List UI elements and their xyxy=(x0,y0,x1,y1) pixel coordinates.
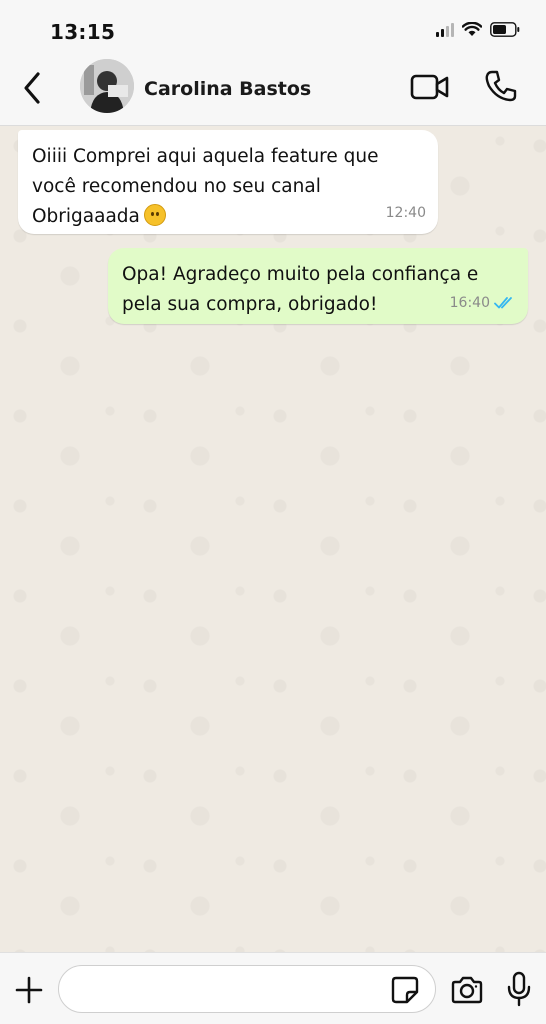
message-text: Obrigaaada xyxy=(32,206,140,227)
back-button[interactable] xyxy=(18,70,48,106)
message-text-line: Obrigaaada xyxy=(32,202,424,232)
status-time: 13:15 xyxy=(50,20,116,44)
chevron-left-icon xyxy=(24,72,40,104)
phone-icon xyxy=(485,70,517,102)
cellular-signal-icon xyxy=(436,22,454,37)
message-time: 16:40 xyxy=(449,295,490,311)
video-call-button[interactable] xyxy=(410,72,450,102)
chat-area[interactable]: Oiiii Comprei aqui aquela feature que vo… xyxy=(0,126,546,952)
sticker-icon xyxy=(391,976,419,1004)
message-text-line: Opa! Agradeço muito pela confiança e xyxy=(122,264,479,285)
attach-button[interactable] xyxy=(14,975,44,1005)
camera-icon xyxy=(451,976,483,1004)
message-text-line: Oiiii Comprei aqui aquela feature que xyxy=(32,146,379,167)
profile-photo xyxy=(80,59,134,113)
message-input[interactable] xyxy=(58,965,436,1013)
wifi-icon xyxy=(462,22,482,37)
camera-button[interactable] xyxy=(450,975,484,1005)
message-incoming[interactable]: Oiiii Comprei aqui aquela feature que vo… xyxy=(18,130,438,234)
avatar[interactable] xyxy=(80,59,134,113)
video-camera-icon xyxy=(410,74,449,100)
battery-icon xyxy=(490,22,520,37)
read-receipt-double-check-icon xyxy=(494,297,512,309)
status-bar: 13:15 xyxy=(0,0,546,58)
status-icons xyxy=(436,22,520,37)
contact-name[interactable]: Carolina Bastos xyxy=(144,78,311,100)
voice-call-button[interactable] xyxy=(484,69,518,103)
message-text-line: você recomendou no seu canal xyxy=(32,176,321,197)
message-outgoing[interactable]: Opa! Agradeço muito pela confiança e pel… xyxy=(108,248,528,324)
chat-header: Carolina Bastos xyxy=(0,58,546,126)
message-meta: 16:40 xyxy=(450,288,516,318)
plus-icon xyxy=(15,976,43,1004)
message-meta: 12:40 xyxy=(386,198,426,228)
hushed-face-emoji-icon xyxy=(143,204,166,226)
microphone-icon xyxy=(507,971,531,1007)
composer-bar xyxy=(0,952,546,1024)
voice-message-button[interactable] xyxy=(506,971,532,1007)
message-time: 12:40 xyxy=(385,205,426,221)
sticker-button[interactable] xyxy=(390,975,420,1005)
